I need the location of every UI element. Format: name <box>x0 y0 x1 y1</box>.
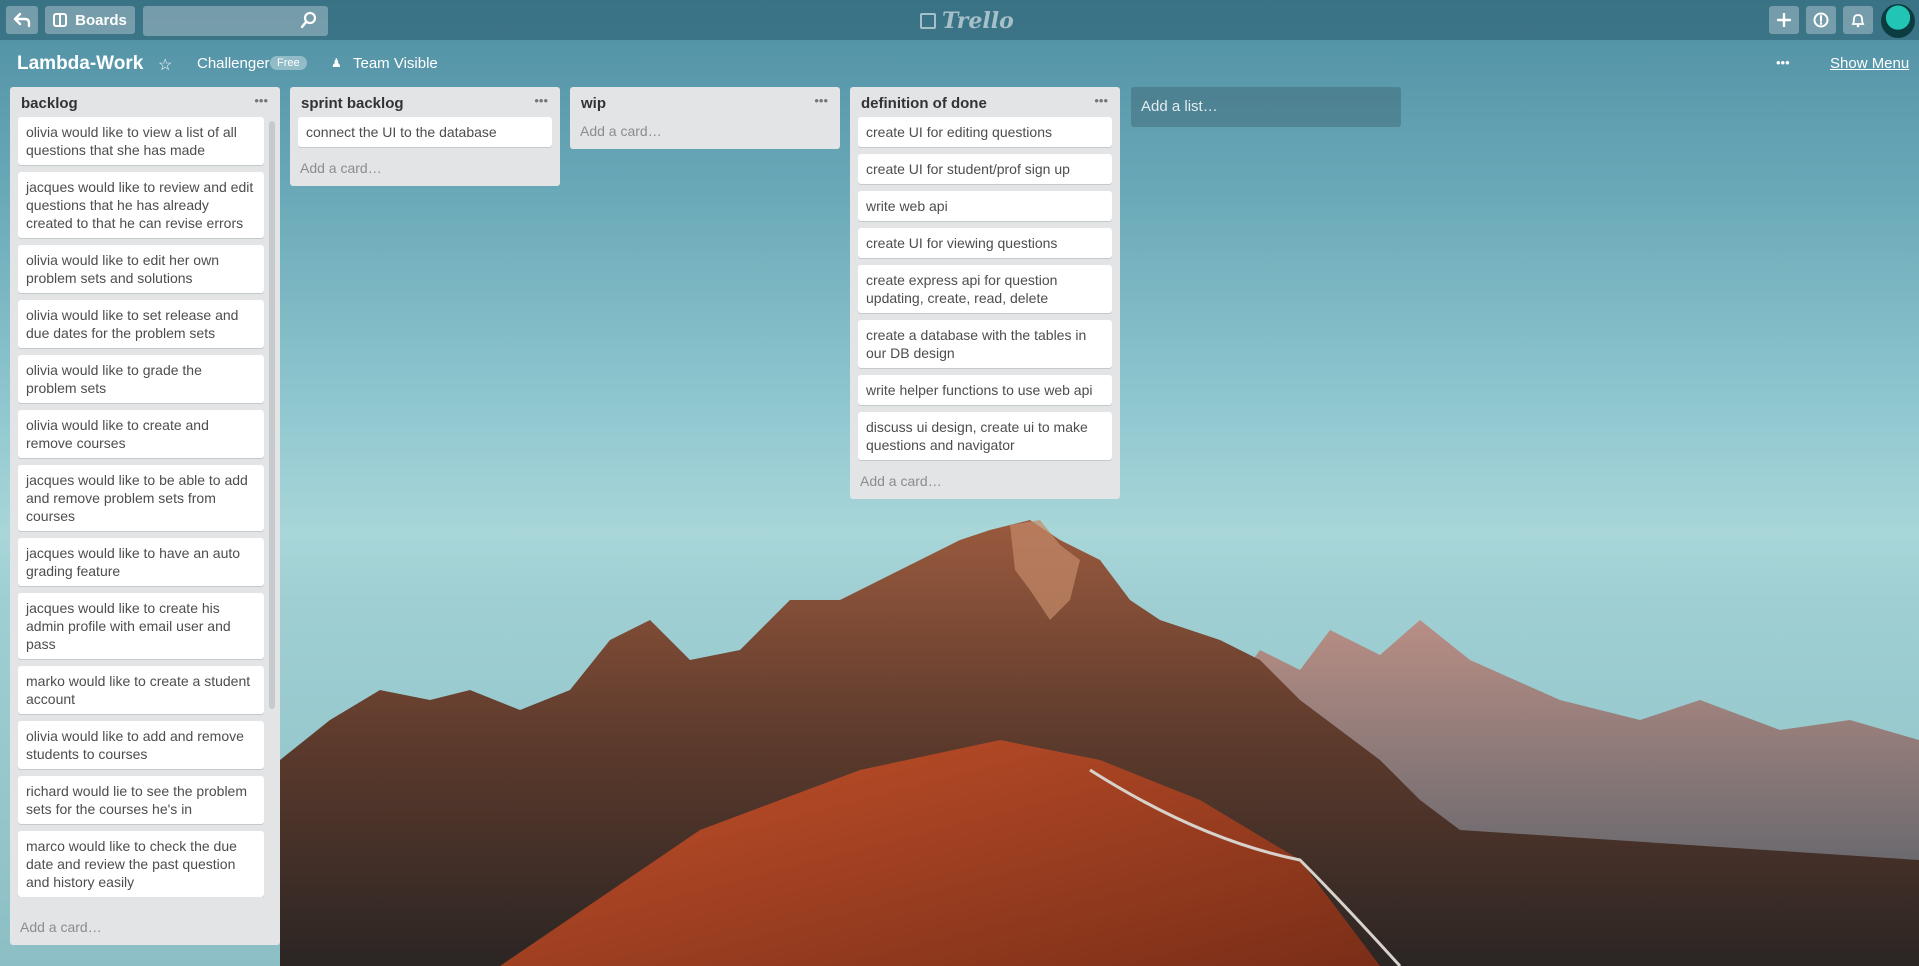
card[interactable]: marko would like to create a student acc… <box>18 666 264 714</box>
list-title[interactable]: backlog <box>21 95 78 112</box>
card-container: connect the UI to the database <box>290 117 560 147</box>
card[interactable]: olivia would like to add and remove stud… <box>18 721 264 769</box>
info-icon <box>1813 12 1829 28</box>
list-title[interactable]: wip <box>581 95 606 112</box>
menu-dots-icon: ••• <box>1776 55 1790 70</box>
card[interactable]: write web api <box>858 191 1112 221</box>
card[interactable]: olivia would like to set release and due… <box>18 300 264 348</box>
info-button[interactable] <box>1806 6 1836 34</box>
card[interactable]: jacques would like to review and edit qu… <box>18 172 264 238</box>
card-container: create UI for editing questions create UI… <box>850 117 1120 460</box>
card-container: olivia would like to view a list of all … <box>10 117 280 897</box>
add-button[interactable] <box>1769 6 1799 34</box>
card[interactable]: olivia would like to grade the problem s… <box>18 355 264 403</box>
plan-badge: Free <box>270 56 307 70</box>
card[interactable]: connect the UI to the database <box>298 117 552 147</box>
plus-icon <box>1777 13 1791 27</box>
card[interactable]: create a database with the tables in our… <box>858 320 1112 368</box>
list-definition-of-done: definition of done ••• create UI for edi… <box>850 87 1120 499</box>
card[interactable]: create UI for student/prof sign up <box>858 154 1112 184</box>
visibility-icon: ♟ <box>331 56 342 70</box>
add-card-button[interactable]: Add a card… <box>290 154 560 186</box>
visibility-label[interactable]: Team Visible <box>353 55 438 72</box>
list-menu-icon[interactable]: ••• <box>534 93 548 108</box>
card[interactable]: olivia would like to edit her own proble… <box>18 245 264 293</box>
card[interactable]: jacques would like to be able to add and… <box>18 465 264 531</box>
star-icon[interactable]: ☆ <box>158 55 172 75</box>
list-sprint-backlog: sprint backlog ••• connect the UI to the… <box>290 87 560 186</box>
search-icon[interactable] <box>300 11 318 29</box>
add-list-button[interactable]: Add a list… <box>1131 87 1401 127</box>
trello-logo-icon <box>920 13 936 29</box>
list-title[interactable]: definition of done <box>861 95 987 112</box>
list-menu-icon[interactable]: ••• <box>814 93 828 108</box>
add-card-button[interactable]: Add a card… <box>570 117 840 149</box>
add-card-button[interactable]: Add a card… <box>850 467 1120 499</box>
card[interactable]: jacques would like to have an auto gradi… <box>18 538 264 586</box>
card[interactable]: write helper functions to use web api <box>858 375 1112 405</box>
list-menu-icon[interactable]: ••• <box>1094 93 1108 108</box>
scrollbar[interactable] <box>269 121 275 709</box>
card[interactable]: olivia would like to view a list of all … <box>18 117 264 165</box>
team-name[interactable]: Challenger <box>197 55 270 72</box>
user-avatar[interactable] <box>1881 4 1915 38</box>
card[interactable]: olivia would like to create and remove c… <box>18 410 264 458</box>
list-backlog: backlog ••• olivia would like to view a … <box>10 87 280 945</box>
board-title[interactable]: Lambda-Work <box>17 53 143 75</box>
trello-logo[interactable]: Trello <box>920 8 1014 34</box>
top-header: Boards Trello <box>0 0 1919 40</box>
card[interactable]: marco would like to check the due date a… <box>18 831 264 897</box>
card[interactable]: jacques would like to create his admin p… <box>18 593 264 659</box>
card[interactable]: create UI for editing questions <box>858 117 1112 147</box>
back-button[interactable] <box>6 6 38 34</box>
show-menu-link[interactable]: Show Menu <box>1830 55 1909 72</box>
boards-button[interactable]: Boards <box>45 6 135 34</box>
add-card-button[interactable]: Add a card… <box>10 913 112 945</box>
card[interactable]: create UI for viewing questions <box>858 228 1112 258</box>
boards-label: Boards <box>75 11 127 29</box>
logo-text: Trello <box>942 8 1014 34</box>
list-menu-icon[interactable]: ••• <box>254 93 268 108</box>
card[interactable]: richard would lie to see the problem set… <box>18 776 264 824</box>
list-wip: wip ••• Add a card… <box>570 87 840 149</box>
bell-icon <box>1851 14 1865 28</box>
notifications-button[interactable] <box>1843 6 1873 34</box>
card[interactable]: create express api for question updating… <box>858 265 1112 313</box>
list-title[interactable]: sprint backlog <box>301 95 404 112</box>
card[interactable]: discuss ui design, create ui to make que… <box>858 412 1112 460</box>
back-arrow-icon <box>13 12 31 28</box>
boards-icon <box>53 13 68 27</box>
